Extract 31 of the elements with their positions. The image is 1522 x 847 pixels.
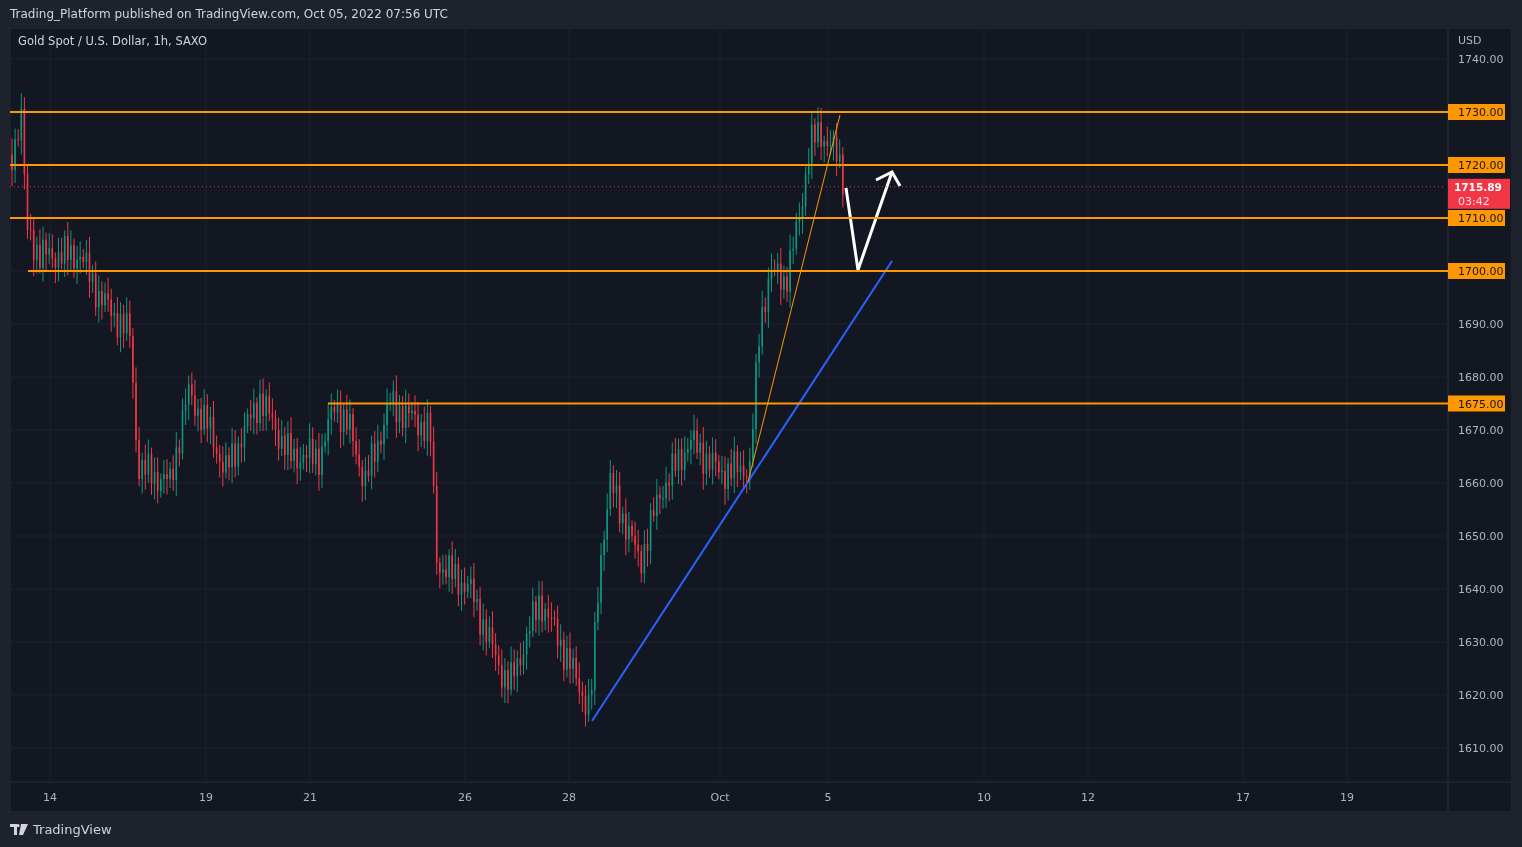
date-axis-label: 28 xyxy=(562,791,576,804)
price-axis-label: 1690.00 xyxy=(1458,318,1504,331)
date-axis-label: 17 xyxy=(1236,791,1250,804)
price-axis-label: 1670.00 xyxy=(1458,424,1504,437)
price-axis-label: 1740.00 xyxy=(1458,53,1504,66)
price-axis-label: 1620.00 xyxy=(1458,689,1504,702)
currency-label: USD xyxy=(1458,34,1482,47)
price-level-label: 1700.00 xyxy=(1448,263,1505,279)
price-axis-label: 1680.00 xyxy=(1458,371,1504,384)
date-axis-label: 21 xyxy=(303,791,317,804)
date-axis-label: 14 xyxy=(43,791,57,804)
date-axis-label: 26 xyxy=(458,791,472,804)
date-axis-label: 10 xyxy=(977,791,991,804)
price-axis-label: 1650.00 xyxy=(1458,530,1504,543)
price-axis-label: 1660.00 xyxy=(1458,477,1504,490)
price-level-label: 1710.00 xyxy=(1448,210,1505,226)
symbol-label: Gold Spot / U.S. Dollar, 1h, SAXO xyxy=(18,34,207,48)
last-price-tag: 1715.89 03:42 xyxy=(1448,178,1510,209)
date-axis-label: 5 xyxy=(824,791,832,804)
date-axis-label: 19 xyxy=(199,791,213,804)
price-level-label: 1730.00 xyxy=(1448,104,1505,120)
price-axis-label: 1640.00 xyxy=(1458,583,1504,596)
logo-icon[interactable] xyxy=(10,824,28,835)
price-level-label: 1720.00 xyxy=(1448,157,1505,173)
brand-name[interactable]: TradingView xyxy=(33,822,112,837)
publication-title: Trading_Platform published on TradingView.com, Oct 05, 2022 07:56 UTC xyxy=(10,7,448,21)
price-axis-label: 1610.00 xyxy=(1458,742,1504,755)
price-axis-label: 1630.00 xyxy=(1458,636,1504,649)
date-axis-label: Oct xyxy=(710,791,730,804)
date-axis-label: 19 xyxy=(1340,791,1354,804)
date-axis-label: 12 xyxy=(1081,791,1095,804)
